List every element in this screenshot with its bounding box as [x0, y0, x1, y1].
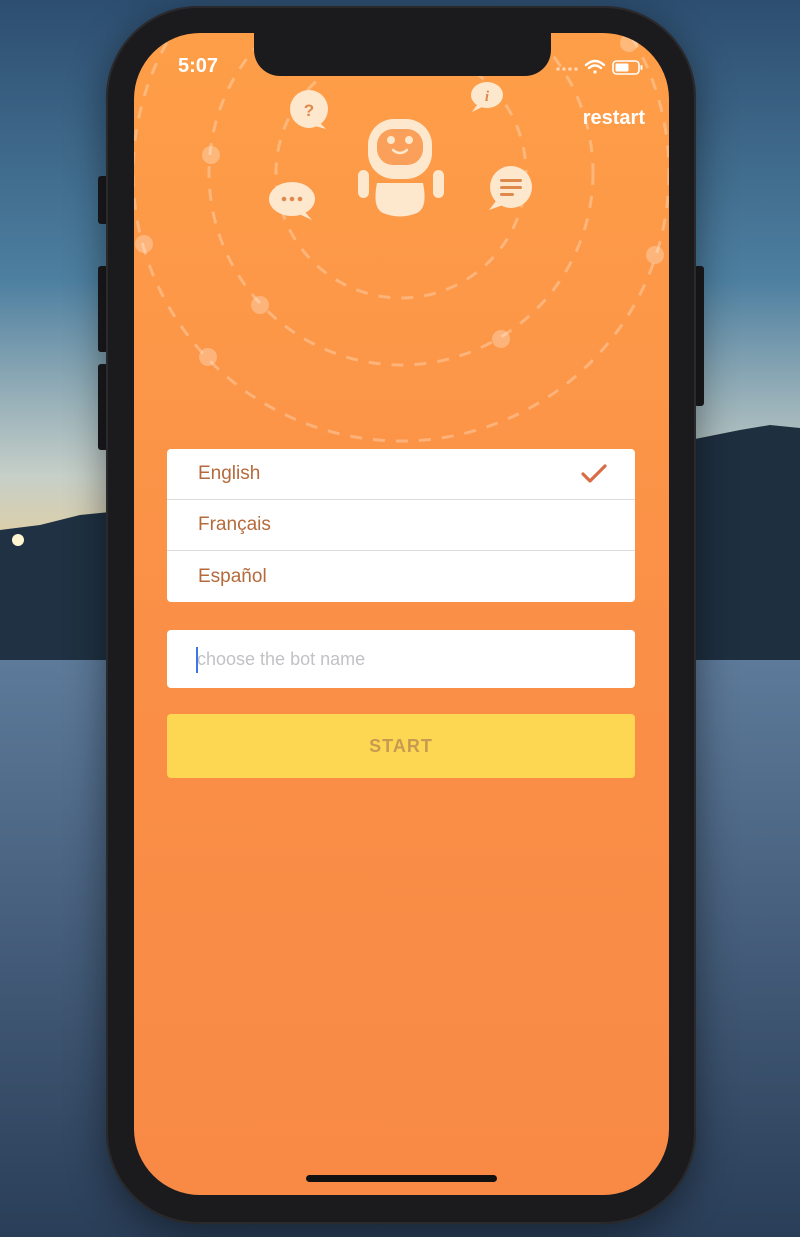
language-label: Français [198, 514, 271, 535]
app-screen: ? i 5:07 restart English Français Españo… [134, 33, 669, 1195]
status-icons [556, 59, 643, 75]
text-caret [196, 647, 198, 673]
device-notch [254, 33, 551, 76]
message-lines-bubble-icon [489, 166, 532, 210]
language-label: Español [198, 565, 267, 587]
battery-icon [612, 60, 643, 75]
info-bubble-icon: i [471, 82, 503, 112]
language-option-francais[interactable]: Français [167, 500, 635, 551]
language-label: English [198, 463, 261, 484]
ellipsis-bubble-icon [269, 182, 315, 220]
start-button[interactable]: START [167, 714, 635, 778]
language-option-english[interactable]: English [167, 449, 635, 500]
bot-name-input[interactable] [167, 630, 635, 688]
robot-icon [358, 119, 444, 217]
language-list: English Français Español [167, 449, 635, 602]
signal-icon [556, 67, 578, 71]
home-indicator[interactable] [306, 1175, 497, 1182]
status-time: 5:07 [178, 55, 219, 77]
bot-name-field [167, 630, 635, 688]
checkmark-icon [579, 462, 609, 486]
wifi-icon [584, 59, 606, 74]
language-option-espanol[interactable]: Español [167, 551, 635, 602]
svg-text:?: ? [304, 101, 314, 120]
bot-illustration: ? i [134, 33, 669, 443]
restart-button[interactable]: restart [583, 107, 645, 130]
question-bubble-icon: ? [290, 90, 328, 129]
